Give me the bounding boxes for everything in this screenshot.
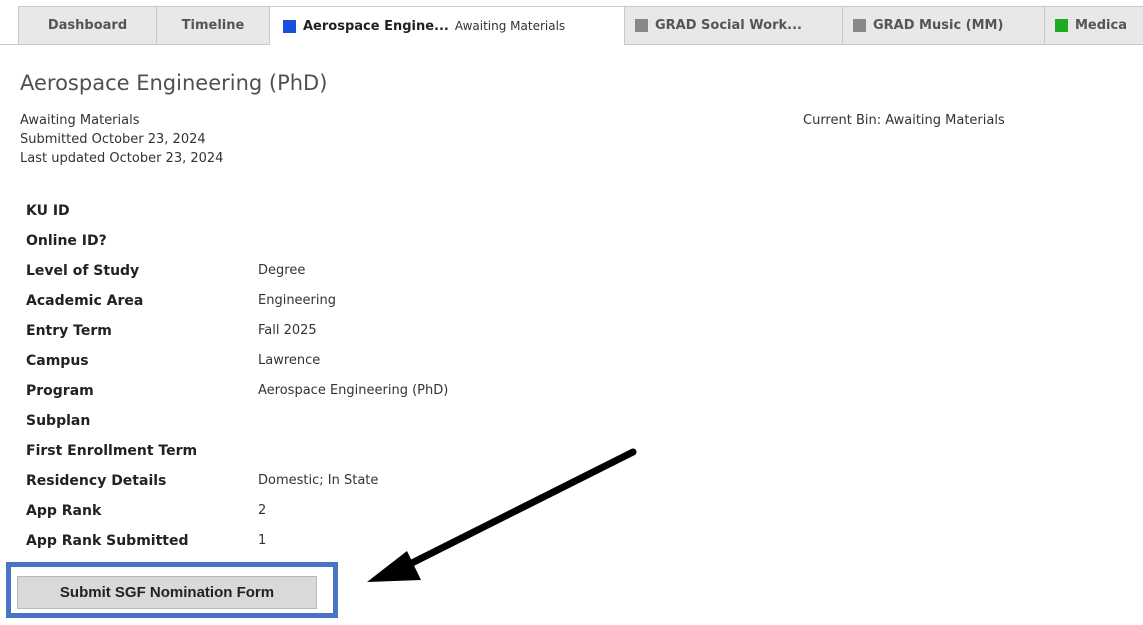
tab-timeline[interactable]: Timeline <box>156 6 270 44</box>
tab-medical-label: Medica <box>1075 18 1127 33</box>
detail-row-first-enrollment-term: First Enrollment Term <box>26 436 626 466</box>
tab-aerospace-label: Aerospace Engine... <box>303 18 449 34</box>
tab-dashboard-label: Dashboard <box>47 18 128 33</box>
status-color-square-icon <box>635 19 648 32</box>
submitted-date: Submitted October 23, 2024 <box>20 132 206 147</box>
detail-value: Engineering <box>258 293 336 308</box>
status-color-square-icon <box>853 19 866 32</box>
tab-medical[interactable]: Medica <box>1044 6 1143 44</box>
tab-dashboard[interactable]: Dashboard <box>18 6 157 44</box>
detail-row-residency-details: Residency Details Domestic; In State <box>26 466 626 496</box>
detail-value: Aerospace Engineering (PhD) <box>258 383 449 398</box>
detail-row-subplan: Subplan <box>26 406 626 436</box>
detail-value: 2 <box>258 503 267 518</box>
detail-value: Fall 2025 <box>258 323 317 338</box>
tab-music-label: GRAD Music (MM) <box>873 18 1004 33</box>
last-updated-date: Last updated October 23, 2024 <box>20 151 224 166</box>
detail-row-app-rank: App Rank 2 <box>26 496 626 526</box>
tab-aerospace-engineering[interactable]: Aerospace Engine... Awaiting Materials <box>269 6 625 45</box>
detail-row-campus: Campus Lawrence <box>26 346 626 376</box>
detail-value: Degree <box>258 263 306 278</box>
detail-row-app-rank-submitted: App Rank Submitted 1 <box>26 526 626 556</box>
tab-grad-music[interactable]: GRAD Music (MM) <box>842 6 1045 44</box>
detail-row-academic-area: Academic Area Engineering <box>26 286 626 316</box>
detail-row-entry-term: Entry Term Fall 2025 <box>26 316 626 346</box>
tab-grad-social-work[interactable]: GRAD Social Work... <box>624 6 843 44</box>
detail-label: Residency Details <box>26 473 167 489</box>
status-color-square-icon <box>283 19 296 33</box>
detail-label: Program <box>26 383 94 399</box>
detail-value: Lawrence <box>258 353 321 368</box>
submit-sgf-nomination-button[interactable]: Submit SGF Nomination Form <box>17 576 317 609</box>
page-title: Aerospace Engineering (PhD) <box>20 71 328 95</box>
detail-label: App Rank <box>26 503 102 519</box>
detail-label: Campus <box>26 353 89 369</box>
detail-row-level-of-study: Level of Study Degree <box>26 256 626 286</box>
detail-row-ku-id: KU ID <box>26 196 626 226</box>
application-meta: Awaiting Materials Submitted October 23,… <box>20 111 223 168</box>
status-color-square-icon <box>1055 19 1068 32</box>
tab-timeline-label: Timeline <box>181 18 245 33</box>
detail-label: First Enrollment Term <box>26 443 198 459</box>
current-bin: Current Bin: Awaiting Materials <box>803 113 1005 128</box>
detail-label: Online ID? <box>26 233 107 249</box>
detail-label: App Rank Submitted <box>26 533 189 549</box>
detail-value: 1 <box>258 533 267 548</box>
application-status: Awaiting Materials <box>20 113 140 128</box>
application-tab-bar: Dashboard Timeline Aerospace Engine... A… <box>0 0 1143 45</box>
detail-label: Subplan <box>26 413 91 429</box>
tab-aerospace-status: Awaiting Materials <box>454 19 566 33</box>
application-details: KU ID Online ID? Level of Study Degree A… <box>26 196 626 556</box>
detail-label: Entry Term <box>26 323 112 339</box>
tab-social-work-label: GRAD Social Work... <box>655 18 802 33</box>
detail-row-online-id: Online ID? <box>26 226 626 256</box>
detail-value: Domestic; In State <box>258 473 379 488</box>
detail-row-program: Program Aerospace Engineering (PhD) <box>26 376 626 406</box>
detail-label: Level of Study <box>26 263 140 279</box>
detail-label: Academic Area <box>26 293 144 309</box>
detail-label: KU ID <box>26 203 70 219</box>
